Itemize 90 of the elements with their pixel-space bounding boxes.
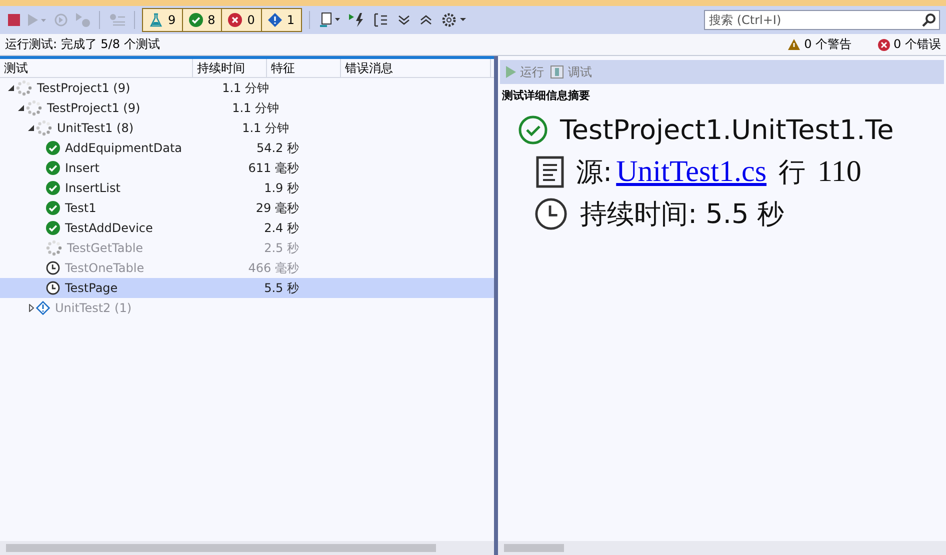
- play-icon: [506, 66, 516, 78]
- source-file-link[interactable]: UnitTest1.cs: [616, 155, 766, 189]
- test-name: TestOneTable: [65, 261, 144, 275]
- expanded-arrow-icon[interactable]: [28, 125, 34, 131]
- search-field[interactable]: 搜索 (Ctrl+I): [704, 10, 940, 30]
- column-header[interactable]: 错误消息: [341, 59, 491, 77]
- test-name: UnitTest1 (8): [57, 121, 134, 135]
- clock-icon: [46, 281, 60, 295]
- line-label: 行: [778, 156, 806, 190]
- chevrons-down-icon: [396, 13, 411, 27]
- check-icon: [188, 13, 203, 27]
- column-header[interactable]: 测试: [0, 59, 193, 77]
- failed-count-button[interactable]: 0: [222, 9, 262, 31]
- test-name: TestProject1 (9): [37, 81, 130, 95]
- test-name: InsertList: [65, 181, 120, 195]
- check-icon: [46, 201, 60, 215]
- error-count[interactable]: 0 个错误: [894, 36, 941, 53]
- info-icon: [268, 13, 282, 27]
- column-header[interactable]: 持续时间: [193, 59, 267, 77]
- test-name: TestProject1 (9): [47, 101, 140, 115]
- playlist-icon: [109, 13, 125, 27]
- test-duration: 54.2 秒: [255, 140, 299, 156]
- test-name: Test1: [65, 201, 96, 215]
- test-name: UnitTest2 (1): [55, 301, 132, 315]
- test-name: TestPage: [65, 281, 118, 295]
- summary-heading: 测试详细信息摘要: [502, 88, 591, 103]
- test-name: TestAddDevice: [65, 221, 153, 235]
- play-icon: [28, 14, 46, 26]
- search-icon: [922, 13, 936, 27]
- duration-text: 持续时间: 5.5 秒: [580, 198, 784, 232]
- passed-count-button[interactable]: 8: [182, 9, 222, 31]
- tree-row[interactable]: TestProject1 (9) 1.1 分钟: [0, 98, 494, 118]
- stop-icon: [8, 14, 20, 26]
- check-icon: [46, 221, 60, 235]
- warning-count[interactable]: 0 个警告: [804, 36, 852, 53]
- info-icon: [36, 301, 50, 315]
- document-icon: [536, 156, 564, 188]
- line-number: 110: [818, 155, 862, 189]
- document-icon: [318, 12, 341, 28]
- source-label: 源:: [576, 156, 612, 190]
- tree-row[interactable]: InsertList 1.9 秒: [0, 178, 494, 198]
- check-circle-icon: [518, 115, 548, 145]
- test-duration: 2.4 秒: [263, 220, 299, 236]
- chevrons-up-icon: [418, 13, 433, 27]
- tree-row[interactable]: AddEquipmentData 54.2 秒: [0, 138, 494, 158]
- status-text: 运行测试: 完成了 5/8 个测试: [5, 36, 160, 53]
- check-icon: [46, 181, 60, 195]
- test-duration: 29 毫秒: [254, 200, 299, 216]
- test-duration: 1.9 秒: [263, 180, 299, 196]
- tree-row[interactable]: Test1 29 毫秒: [0, 198, 494, 218]
- horizontal-scrollbar[interactable]: [498, 541, 946, 555]
- check-icon: [46, 141, 60, 155]
- test-duration: 1.1 分钟: [221, 80, 269, 96]
- tree-row[interactable]: TestAddDevice 2.4 秒: [0, 218, 494, 238]
- test-name: TestGetTable: [67, 241, 144, 255]
- stop-button[interactable]: [6, 12, 22, 28]
- test-full-name: TestProject1.UnitTest1.Te: [560, 114, 894, 146]
- tree-row[interactable]: Insert 611 毫秒: [0, 158, 494, 178]
- test-duration: 466 毫秒: [247, 260, 299, 276]
- column-header[interactable]: 特征: [267, 59, 341, 77]
- test-duration: 5.5 秒: [263, 280, 299, 296]
- spinner-icon: [46, 240, 62, 256]
- rerun-icon: [54, 13, 68, 27]
- error-icon: [228, 13, 242, 27]
- lightning-icon: [348, 12, 365, 28]
- tree-row[interactable]: UnitTest1 (8) 1.1 分钟: [0, 118, 494, 138]
- test-duration: 1.1 分钟: [231, 100, 279, 116]
- test-duration: 2.5 秒: [263, 240, 299, 256]
- hierarchy-icon: [372, 12, 389, 28]
- settings-icon: [440, 12, 467, 28]
- notrun-count-button[interactable]: 1: [262, 9, 301, 31]
- clock-icon: [46, 261, 60, 275]
- tree-row[interactable]: TestProject1 (9) 1.1 分钟: [0, 78, 494, 98]
- test-duration: 611 毫秒: [247, 160, 299, 176]
- test-name: AddEquipmentData: [65, 141, 182, 155]
- horizontal-scrollbar[interactable]: [0, 541, 494, 555]
- expanded-arrow-icon[interactable]: [18, 105, 24, 111]
- spinner-icon: [26, 100, 42, 116]
- flask-icon: [149, 13, 163, 27]
- clock-icon: [534, 197, 568, 231]
- spinner-icon: [36, 120, 52, 136]
- check-icon: [46, 161, 60, 175]
- spinner-icon: [16, 80, 32, 96]
- expanded-arrow-icon[interactable]: [8, 85, 14, 91]
- tree-row[interactable]: TestPage 5.5 秒: [0, 278, 494, 298]
- warning-icon: [788, 39, 800, 50]
- test-duration: 1.1 分钟: [241, 120, 289, 136]
- total-count-button[interactable]: 9: [143, 9, 183, 31]
- error-icon: [878, 38, 890, 50]
- test-name: Insert: [65, 161, 100, 175]
